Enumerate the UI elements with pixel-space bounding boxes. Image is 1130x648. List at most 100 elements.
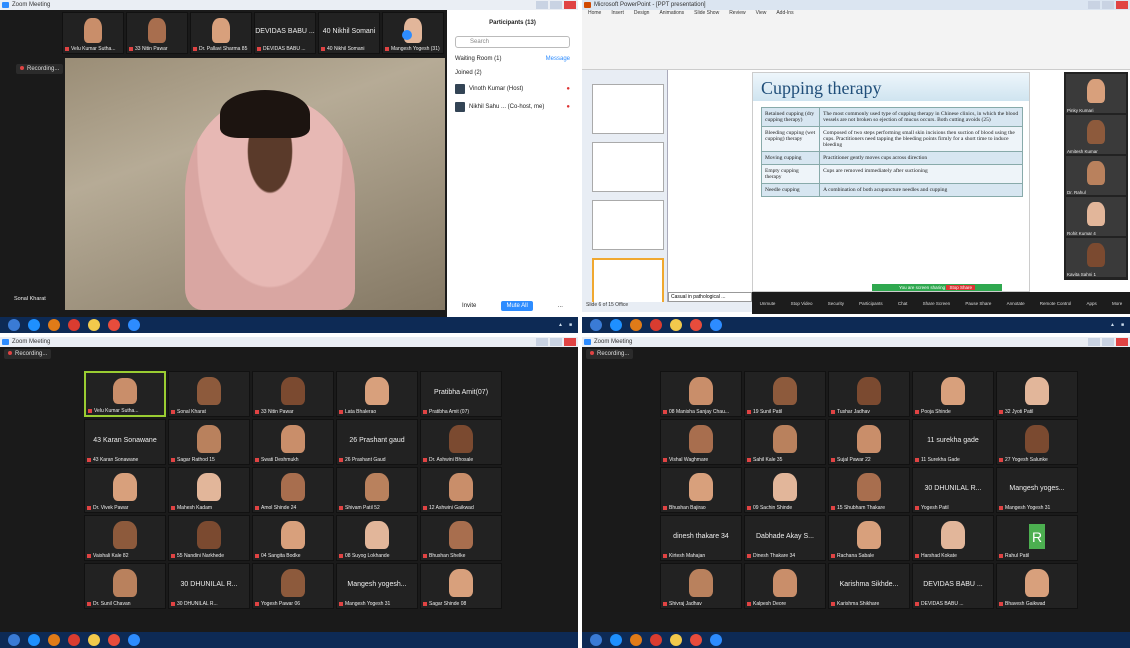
video-tile[interactable]: Amitesh Kumar	[1066, 115, 1126, 154]
video-tile[interactable]: Dr. Sunil Chavan	[84, 563, 166, 609]
video-tile[interactable]: DEVIDAS BABU ... DEVIDAS BABU ...	[254, 12, 316, 54]
video-tile[interactable]: Shivraj Jadhav	[660, 563, 742, 609]
video-tile[interactable]: Tushar Jadhav	[828, 371, 910, 417]
ribbon-tab[interactable]: Review	[729, 10, 745, 18]
video-tile[interactable]: 26 Prashant gaud 26 Prashant Gaud	[336, 419, 418, 465]
toolbar-button[interactable]: Security	[828, 301, 844, 306]
view-toggle-icon[interactable]	[402, 30, 412, 40]
video-tile[interactable]: Sagar Rathod 15	[168, 419, 250, 465]
video-tile[interactable]: Mangesh yoges... Mangesh Yogesh 31	[996, 467, 1078, 513]
slide-thumbnail[interactable]	[592, 200, 664, 250]
close-button[interactable]	[1116, 338, 1128, 346]
minimize-button[interactable]	[1088, 1, 1100, 9]
slide-canvas[interactable]: Cupping therapy Retained cupping (dry cu…	[752, 72, 1030, 292]
chrome-icon[interactable]	[68, 634, 80, 646]
ie-icon[interactable]	[28, 634, 40, 646]
video-tile[interactable]: 15 Shubham Thakare	[828, 467, 910, 513]
ie-icon[interactable]	[28, 319, 40, 331]
video-tile[interactable]: 11 surekha gade 11 Surekha Gade	[912, 419, 994, 465]
video-tile[interactable]: Kavita Sahni 1	[1066, 238, 1126, 277]
video-tile[interactable]: dinesh thakare 34 Kirtesh Mahajan	[660, 515, 742, 561]
mute-all-button[interactable]: Mute All	[501, 301, 533, 311]
slide-thumbnail-selected[interactable]	[592, 258, 664, 308]
minimize-button[interactable]	[536, 1, 548, 9]
start-icon[interactable]	[590, 319, 602, 331]
video-tile[interactable]: Harshad Kokate	[912, 515, 994, 561]
toolbar-button[interactable]: Share Screen	[923, 301, 951, 306]
video-tile[interactable]: Mangesh yogesh... Mangesh Yogesh 31	[336, 563, 418, 609]
video-tile[interactable]: Kalpesh Deore	[744, 563, 826, 609]
ribbon-tab[interactable]: View	[756, 10, 767, 18]
media-icon[interactable]	[630, 319, 642, 331]
toolbar-button[interactable]: Remote Control	[1040, 301, 1072, 306]
video-tile[interactable]: R Rahul Patil	[996, 515, 1078, 561]
video-tile[interactable]: Sujal Pawar 22	[828, 419, 910, 465]
video-tile[interactable]: 04 Sangita Bodke	[252, 515, 334, 561]
active-speaker-video[interactable]	[65, 58, 445, 310]
video-tile[interactable]: 33 Nitin Pawar	[252, 371, 334, 417]
folder-icon[interactable]	[670, 319, 682, 331]
participants-search-input[interactable]: Search	[455, 36, 570, 48]
ribbon-tab[interactable]: Add-Ins	[776, 10, 793, 18]
start-icon[interactable]	[8, 319, 20, 331]
video-tile[interactable]: Pinky Kumari	[1066, 74, 1126, 113]
maximize-button[interactable]	[1102, 1, 1114, 9]
folder-icon[interactable]	[670, 634, 682, 646]
invite-button[interactable]: Invite	[457, 301, 481, 311]
video-tile[interactable]: Velu Kumar Sutha...	[62, 12, 124, 54]
video-tile[interactable]: 19 Sunil Patil	[744, 371, 826, 417]
minimize-button[interactable]	[1088, 338, 1100, 346]
ribbon-tab[interactable]: Design	[634, 10, 650, 18]
video-tile[interactable]: 40 Nikhil Somani 40 Nikhil Somani	[318, 12, 380, 54]
ppt-icon[interactable]	[690, 319, 702, 331]
media-icon[interactable]	[48, 319, 60, 331]
video-tile[interactable]: Dr. Ashwini Bhosale	[420, 419, 502, 465]
toolbar-button[interactable]: Pause Share	[965, 301, 991, 306]
video-tile[interactable]: 30 DHUNILAL R... 30 DHUNILAL R...	[168, 563, 250, 609]
participant-row[interactable]: Nikhil Sahu ... (Co-host, me) ●	[447, 98, 578, 116]
ppt-icon[interactable]	[108, 319, 120, 331]
toolbar-button[interactable]: Chat	[898, 301, 908, 306]
video-tile[interactable]: Sagar Shinde 08	[420, 563, 502, 609]
video-tile[interactable]: Shivam Patil 52	[336, 467, 418, 513]
close-button[interactable]	[564, 1, 576, 9]
video-tile[interactable]: Dr. Vivek Pawar	[84, 467, 166, 513]
video-tile[interactable]: Mangesh Yogesh (31)	[382, 12, 444, 54]
ribbon-tab[interactable]: Home	[588, 10, 601, 18]
video-tile[interactable]: Karishma Sikhde... Karishma Shikhare	[828, 563, 910, 609]
video-tile[interactable]: 32 Jyoti Patil	[996, 371, 1078, 417]
ppt-icon[interactable]	[690, 634, 702, 646]
zoom-icon[interactable]	[710, 634, 722, 646]
toolbar-button[interactable]: Apps	[1087, 301, 1097, 306]
toolbar-button[interactable]: More	[1112, 301, 1122, 306]
video-tile[interactable]: 43 Karan Sonawane 43 Karan Sonawane	[84, 419, 166, 465]
chrome-icon[interactable]	[650, 634, 662, 646]
chrome-icon[interactable]	[650, 319, 662, 331]
maximize-button[interactable]	[550, 338, 562, 346]
toolbar-button[interactable]: Stop Video	[791, 301, 813, 306]
video-tile[interactable]: Swati Deshmukh	[252, 419, 334, 465]
folder-icon[interactable]	[88, 319, 100, 331]
video-tile[interactable]: Sonal Kharat	[168, 371, 250, 417]
video-tile[interactable]: 12 Ashwini Gaikwad	[420, 467, 502, 513]
video-tile[interactable]: Pratibha Amit(07) Pratibha Amit (07)	[420, 371, 502, 417]
video-tile[interactable]: Yogesh Pawar 06	[252, 563, 334, 609]
video-tile[interactable]: 27 Yogesh Salunke	[996, 419, 1078, 465]
start-icon[interactable]	[8, 634, 20, 646]
video-tile[interactable]: Bhushan Bajirao	[660, 467, 742, 513]
video-tile[interactable]: 30 DHUNILAL R... Yogesh Patil	[912, 467, 994, 513]
ribbon-tab[interactable]: Slide Show	[694, 10, 719, 18]
video-tile[interactable]: Pooja Shinde	[912, 371, 994, 417]
start-icon[interactable]	[590, 634, 602, 646]
video-tile[interactable]: Rachana Sabale	[828, 515, 910, 561]
video-tile[interactable]: 09 Sachin Shinde	[744, 467, 826, 513]
video-tile[interactable]: Dr. Rahul	[1066, 156, 1126, 195]
message-button[interactable]: Message	[546, 56, 570, 62]
ppt-icon[interactable]	[108, 634, 120, 646]
media-icon[interactable]	[48, 634, 60, 646]
slide-thumbnail[interactable]	[592, 84, 664, 134]
video-tile[interactable]: DEVIDAS BABU ... DEVIDAS BABU ...	[912, 563, 994, 609]
video-tile[interactable]: 08 Suyog Lokhande	[336, 515, 418, 561]
ribbon-tab[interactable]: Insert	[611, 10, 624, 18]
close-button[interactable]	[564, 338, 576, 346]
